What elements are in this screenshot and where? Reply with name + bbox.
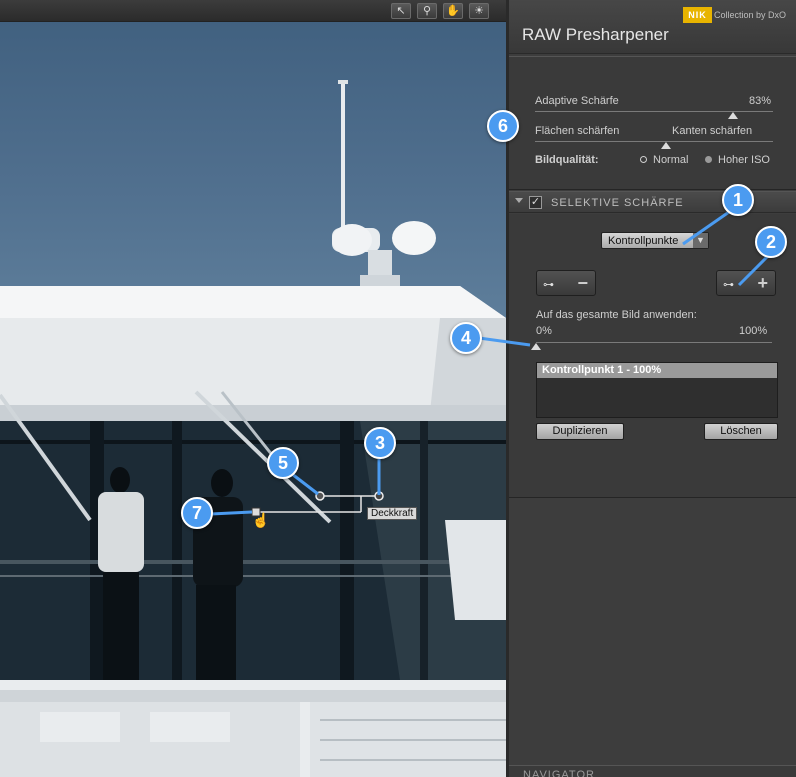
select-tool-icon[interactable]: ↖ bbox=[391, 3, 411, 19]
global-sharpening-section: Adaptive Schärfe 83% Flächen schärfen Ka… bbox=[509, 56, 796, 190]
surface-sharpening-label: Flächen schärfen bbox=[535, 125, 620, 137]
panel-title: RAW Presharpener bbox=[522, 25, 669, 44]
selective-sharpening-body: Kontrollpunkte ▼ ⊶ − ⊶ + Auf das gesamte… bbox=[509, 214, 796, 498]
mode-dropdown-label: Kontrollpunkte bbox=[608, 235, 679, 247]
selective-sharpening-title: SELEKTIVE SCHÄRFE bbox=[551, 197, 684, 209]
list-item-label: Kontrollpunkt 1 - 100% bbox=[542, 364, 662, 376]
apply-whole-image-label: Auf das gesamte Bild anwenden: bbox=[536, 309, 697, 321]
surface-edge-slider[interactable] bbox=[535, 141, 773, 142]
navigator-section[interactable]: NAVIGATOR bbox=[509, 765, 796, 777]
apply-whole-image-thumb[interactable] bbox=[531, 343, 541, 350]
image-canvas[interactable]: ↖ ⚲ ✋ ☀ bbox=[0, 0, 506, 777]
adaptive-sharpening-thumb[interactable] bbox=[727, 112, 738, 119]
quality-high-iso-label: Hoher ISO bbox=[718, 154, 770, 166]
apply-max-label: 100% bbox=[739, 325, 768, 337]
callout-badge-3: 3 bbox=[364, 427, 396, 459]
panel-header: NIK Collection by DxO RAW Presharpener bbox=[509, 0, 796, 54]
callout-badge-4: 4 bbox=[450, 322, 482, 354]
opacity-tooltip: Deckkraft bbox=[367, 507, 418, 520]
callout-badge-5: 5 bbox=[267, 447, 299, 479]
key-icon: ⊶ bbox=[723, 279, 734, 291]
callout-badge-6: 6 bbox=[487, 110, 519, 142]
callout-badge-1: 1 bbox=[722, 184, 754, 216]
dropdown-caret-icon[interactable]: ▼ bbox=[693, 233, 708, 248]
plus-icon: + bbox=[757, 273, 768, 293]
key-icon: ⊶ bbox=[543, 279, 554, 291]
callout-badge-2: 2 bbox=[755, 226, 787, 258]
hand-tool-icon[interactable]: ✋ bbox=[443, 3, 463, 19]
quality-normal-label: Normal bbox=[653, 154, 689, 166]
callout-badge-7: 7 bbox=[181, 497, 213, 529]
zoom-tool-icon[interactable]: ⚲ bbox=[417, 3, 437, 19]
brand-label: Collection by DxO bbox=[714, 10, 787, 20]
selective-sharpening-checkbox[interactable]: ✓ bbox=[529, 196, 542, 209]
apply-min-label: 0% bbox=[536, 325, 552, 337]
minus-icon: − bbox=[577, 273, 588, 293]
apply-whole-image-slider[interactable] bbox=[536, 342, 772, 343]
surface-edge-thumb[interactable] bbox=[660, 142, 671, 149]
quality-normal-radio[interactable] bbox=[640, 156, 647, 163]
adaptive-sharpening-value: 83% bbox=[749, 95, 772, 107]
canvas-toolbar: ↖ ⚲ ✋ ☀ bbox=[0, 0, 506, 22]
delete-button[interactable]: Löschen bbox=[704, 423, 778, 440]
brightness-tool-icon[interactable]: ☀ bbox=[469, 3, 489, 19]
remove-control-point-button[interactable]: ⊶ − bbox=[536, 270, 596, 296]
list-item[interactable]: Kontrollpunkt 1 - 100% bbox=[537, 363, 777, 378]
side-panel: NIK Collection by DxO RAW Presharpener A… bbox=[506, 0, 796, 777]
image-quality-label: Bildqualität: bbox=[535, 154, 599, 166]
mode-dropdown[interactable]: Kontrollpunkte ▼ bbox=[601, 232, 709, 249]
adaptive-sharpening-label: Adaptive Schärfe bbox=[535, 95, 619, 107]
photo-control-tower bbox=[0, 80, 506, 777]
navigator-label: NAVIGATOR bbox=[523, 769, 595, 777]
add-control-point-button[interactable]: ⊶ + bbox=[716, 270, 776, 296]
nik-logo: NIK bbox=[683, 7, 712, 23]
collapse-arrow-icon[interactable] bbox=[515, 198, 523, 203]
edge-sharpening-label: Kanten schärfen bbox=[672, 125, 753, 137]
quality-high-iso-radio[interactable] bbox=[705, 156, 712, 163]
control-point-list[interactable]: Kontrollpunkt 1 - 100% bbox=[536, 362, 778, 418]
duplicate-button[interactable]: Duplizieren bbox=[536, 423, 624, 440]
